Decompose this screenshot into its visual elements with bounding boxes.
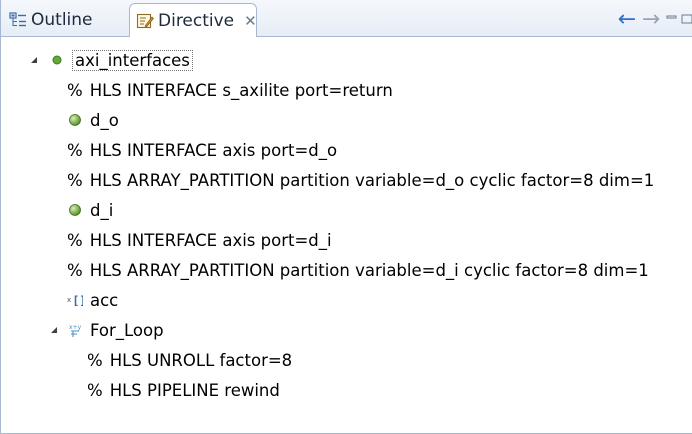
tree-item-directive[interactable]: % HLS INTERFACE axis port=d_o	[67, 135, 337, 165]
tab-bar: Outline Directive ✕ ← →	[1, 0, 692, 37]
variable-label: acc	[90, 290, 119, 310]
tree-item-loop-for-loop[interactable]: x+y For_Loop	[67, 315, 164, 345]
tree-item-directive[interactable]: % HLS ARRAY_PARTITION partition variable…	[67, 255, 649, 285]
directive-percent-icon: %	[67, 170, 83, 190]
svg-text:x+y: x+y	[69, 324, 82, 331]
directive-percent-icon: %	[67, 260, 83, 280]
tree-item-directive[interactable]: % HLS ARRAY_PARTITION partition variable…	[67, 165, 654, 195]
svg-text:x: x	[67, 295, 71, 304]
directive-view: Outline Directive ✕ ← → axi_interfaces %…	[0, 0, 692, 434]
port-label: d_o	[90, 110, 119, 130]
directive-label: HLS UNROLL factor=8	[109, 350, 293, 370]
close-icon[interactable]: ✕	[244, 12, 257, 30]
directive-label: HLS ARRAY_PARTITION partition variable=d…	[89, 260, 649, 280]
expand-twisty-icon[interactable]	[29, 55, 39, 65]
directive-percent-icon: %	[67, 140, 83, 160]
loop-icon: x+y	[67, 322, 83, 338]
maximize-icon[interactable]	[681, 7, 692, 31]
view-toolbar: ← →	[615, 6, 692, 32]
tree-item-port-d-o[interactable]: d_o	[67, 105, 119, 135]
tab-outline-label: Outline	[31, 9, 93, 30]
expand-twisty-icon[interactable]	[49, 325, 59, 335]
back-arrow-icon[interactable]: ←	[615, 7, 639, 32]
tab-directive-label: Directive	[158, 10, 235, 31]
directive-label: HLS INTERFACE s_axilite port=return	[89, 80, 393, 100]
directive-label: HLS ARRAY_PARTITION partition variable=d…	[89, 170, 655, 190]
directive-percent-icon: %	[67, 230, 83, 250]
directive-tree: axi_interfaces % HLS INTERFACE s_axilite…	[1, 37, 692, 433]
minimize-icon[interactable]	[663, 7, 681, 31]
port-icon	[67, 202, 83, 218]
directive-percent-icon: %	[87, 350, 103, 370]
directive-label: HLS INTERFACE axis port=d_o	[89, 140, 338, 160]
array-variable-icon: x []	[67, 292, 83, 308]
directive-label: HLS PIPELINE rewind	[109, 380, 280, 400]
tree-root-label: axi_interfaces	[72, 49, 193, 71]
directive-percent-icon: %	[87, 380, 103, 400]
tree-item-variable-acc[interactable]: x [] acc	[67, 285, 118, 315]
tree-item-directive[interactable]: % HLS INTERFACE s_axilite port=return	[67, 75, 393, 105]
port-icon	[67, 112, 83, 128]
svg-text:[]: []	[72, 293, 83, 307]
forward-arrow-icon[interactable]: →	[639, 7, 663, 32]
directive-percent-icon: %	[67, 80, 83, 100]
tree-root-axi-interfaces[interactable]: axi_interfaces	[49, 45, 193, 75]
tree-item-directive[interactable]: % HLS PIPELINE rewind	[87, 375, 280, 405]
tree-item-directive[interactable]: % HLS UNROLL factor=8	[87, 345, 292, 375]
directive-icon	[136, 13, 154, 28]
directive-label: HLS INTERFACE axis port=d_i	[89, 230, 332, 250]
outline-icon	[9, 11, 26, 26]
tree-item-directive[interactable]: % HLS INTERFACE axis port=d_i	[67, 225, 332, 255]
tab-directive[interactable]: Directive ✕	[129, 3, 257, 37]
loop-label: For_Loop	[90, 320, 164, 340]
function-icon	[49, 52, 65, 68]
tree-item-port-d-i[interactable]: d_i	[67, 195, 113, 225]
tab-outline[interactable]: Outline	[5, 3, 133, 36]
port-label: d_i	[90, 200, 114, 220]
